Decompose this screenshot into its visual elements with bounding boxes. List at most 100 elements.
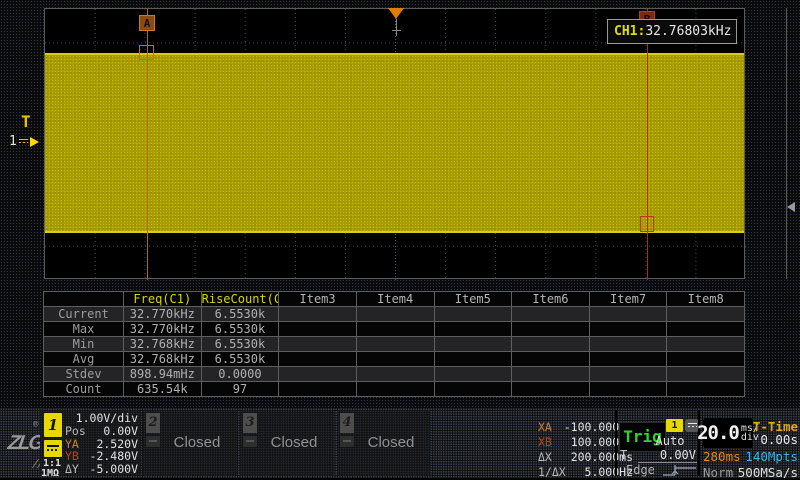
xb-label: XB bbox=[538, 435, 552, 450]
trigger-type[interactable]: Edge bbox=[626, 463, 655, 477]
table-row-label: Avg bbox=[44, 352, 124, 367]
table-cell bbox=[434, 352, 512, 367]
header-item5[interactable]: Item5 bbox=[434, 292, 512, 307]
ch1-scale: 1.00V/div bbox=[76, 412, 138, 425]
measurement-table: Freq(C1) RiseCount(C1) Item3 Item4 Item5… bbox=[43, 291, 745, 397]
table-cell bbox=[279, 352, 357, 367]
table-cell bbox=[434, 307, 512, 322]
trigger-time-line bbox=[396, 19, 397, 36]
table-cell: 6.5530k bbox=[201, 337, 279, 352]
table-cell bbox=[512, 307, 590, 322]
table-cell bbox=[356, 322, 434, 337]
table-cell: 6.5530k bbox=[201, 307, 279, 322]
table-cell bbox=[356, 367, 434, 382]
trigger-source-badge[interactable]: 1 bbox=[666, 419, 683, 432]
oscilloscope-screen: { "freq_readout": { "label": "CH1:", "va… bbox=[0, 0, 800, 480]
table-cell bbox=[667, 322, 745, 337]
table-cell bbox=[434, 367, 512, 382]
table-cell bbox=[589, 322, 667, 337]
table-cell: 97 bbox=[201, 382, 279, 397]
status-bar: ZLG ® 1 1:1 1MΩ 1.00V/div Pos0.00V YA2.5… bbox=[0, 408, 800, 478]
ch2-status: Closed bbox=[143, 434, 237, 451]
table-row-label: Current bbox=[44, 307, 124, 322]
table-cell bbox=[667, 307, 745, 322]
table-cell: 0.0000 bbox=[201, 367, 279, 382]
table-cell bbox=[356, 352, 434, 367]
registered-mark: ® bbox=[33, 420, 38, 430]
ch4-status: Closed bbox=[337, 434, 431, 451]
table-cell bbox=[356, 337, 434, 352]
table-cell bbox=[434, 382, 512, 397]
cursor-a-track-marker bbox=[139, 45, 154, 60]
table-cell bbox=[589, 382, 667, 397]
trigger-level-label: T bbox=[620, 448, 627, 462]
table-row: Stdev898.94mHz0.0000 bbox=[44, 367, 745, 382]
ch3-status: Closed bbox=[240, 434, 334, 451]
table-cell bbox=[589, 337, 667, 352]
cursor-b-line[interactable] bbox=[647, 9, 648, 280]
table-row: Min32.768kHz6.5530k bbox=[44, 337, 745, 352]
table-row-label: Count bbox=[44, 382, 124, 397]
table-row: Current32.770kHz6.5530k bbox=[44, 307, 745, 322]
table-row-label: Min bbox=[44, 337, 124, 352]
header-item8[interactable]: Item8 bbox=[667, 292, 745, 307]
ch1-waveform-trace bbox=[45, 53, 744, 233]
frequency-counter-box: CH1: 32.76803kHz bbox=[607, 19, 737, 44]
channel-2-panel[interactable]: 2 Closed bbox=[143, 410, 237, 476]
table-cell bbox=[279, 367, 357, 382]
header-freq[interactable]: Freq(C1) bbox=[124, 292, 202, 307]
waveform-display[interactable]: A B bbox=[44, 8, 745, 279]
table-cell bbox=[667, 337, 745, 352]
separator bbox=[615, 410, 617, 476]
table-cell bbox=[589, 367, 667, 382]
t-time-value: 0.00s bbox=[752, 432, 798, 447]
ch1-dy-value: -5.000V bbox=[90, 463, 138, 476]
header-risecount[interactable]: RiseCount(C1) bbox=[201, 292, 279, 307]
table-cell bbox=[667, 352, 745, 367]
table-cell bbox=[434, 337, 512, 352]
table-cell: 6.5530k bbox=[201, 322, 279, 337]
cursor-b-track-marker bbox=[640, 216, 654, 232]
ch1-pos-label: Pos bbox=[65, 425, 86, 438]
trigger-level-value[interactable]: 0.00V bbox=[638, 448, 696, 462]
right-slider-thumb-icon[interactable] bbox=[787, 202, 795, 212]
xa-label: XA bbox=[538, 420, 552, 435]
table-cell bbox=[512, 367, 590, 382]
table-cell bbox=[434, 322, 512, 337]
table-row: Count635.54k97 bbox=[44, 382, 745, 397]
channel-1-panel[interactable]: 1 1:1 1MΩ 1.00V/div Pos0.00V YA2.520V YB… bbox=[40, 410, 141, 476]
table-row-label: Max bbox=[44, 322, 124, 337]
table-cell bbox=[589, 307, 667, 322]
trigger-time-tick bbox=[392, 30, 401, 31]
header-item7[interactable]: Item7 bbox=[589, 292, 667, 307]
measurement-table-body: Current32.770kHz6.5530kMax32.770kHz6.553… bbox=[44, 307, 745, 397]
table-cell: 32.770kHz bbox=[124, 307, 202, 322]
table-row: Avg32.768kHz6.5530k bbox=[44, 352, 745, 367]
ch1-ground-marker[interactable]: 1 bbox=[9, 134, 39, 149]
trigger-position-icon[interactable] bbox=[388, 8, 404, 19]
ch1-coupling-dc-icon[interactable] bbox=[44, 440, 62, 457]
ch1-pos-value: 0.00V bbox=[103, 425, 138, 438]
cursor-a-handle[interactable]: A bbox=[139, 15, 155, 31]
timebase-scale-box[interactable]: 20.0 ms/div bbox=[703, 418, 753, 448]
table-cell bbox=[667, 382, 745, 397]
table-cell: 635.54k bbox=[124, 382, 202, 397]
ch1-badge[interactable]: 1 bbox=[44, 413, 62, 437]
table-cell bbox=[356, 382, 434, 397]
header-item3[interactable]: Item3 bbox=[279, 292, 357, 307]
freq-counter-channel: CH1: bbox=[614, 24, 645, 39]
timebase-scale: 20.0 bbox=[697, 422, 739, 444]
table-cell bbox=[512, 382, 590, 397]
channel-3-panel[interactable]: 3 Closed bbox=[240, 410, 334, 476]
table-cell: 32.768kHz bbox=[124, 352, 202, 367]
channel-4-panel[interactable]: 4 Closed bbox=[337, 410, 431, 476]
header-item4[interactable]: Item4 bbox=[356, 292, 434, 307]
window-time: 280ms bbox=[703, 449, 741, 464]
trigger-level-marker[interactable]: T bbox=[21, 112, 31, 131]
table-cell: 898.94mHz bbox=[124, 367, 202, 382]
trigger-mode[interactable]: Auto bbox=[645, 434, 695, 448]
right-slider-track[interactable] bbox=[786, 8, 787, 279]
header-item6[interactable]: Item6 bbox=[512, 292, 590, 307]
dc-coupling-icon bbox=[19, 139, 28, 145]
table-cell bbox=[512, 352, 590, 367]
